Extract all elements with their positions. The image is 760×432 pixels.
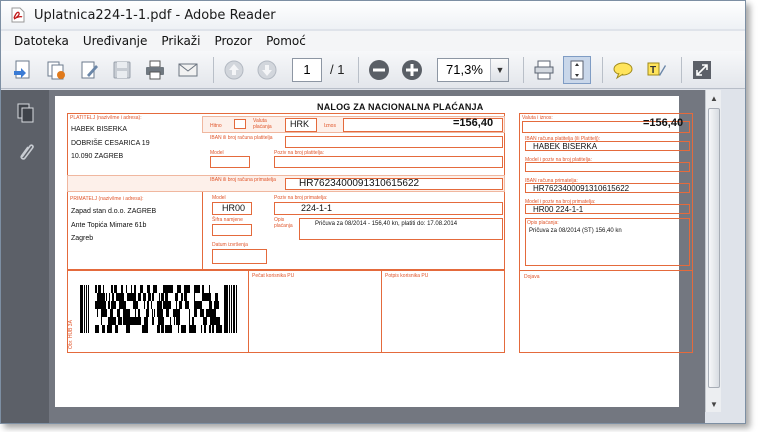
date-label: Datum izvršenja [212, 242, 248, 248]
edit-document-icon[interactable] [75, 56, 103, 84]
receipt-amount-value: =156,40 [643, 117, 684, 129]
amount-value: =156,40 [453, 117, 494, 129]
stamp-divider [248, 270, 249, 353]
urgent-checkbox[interactable] [234, 119, 246, 129]
pdf417-barcode [80, 285, 237, 333]
menu-prozor[interactable]: Prozor [207, 34, 259, 48]
payer-city: 10.090 ZAGREB [71, 153, 124, 160]
navigation-pane [1, 90, 49, 423]
create-pdf-icon[interactable] [9, 56, 37, 84]
ref-recipient-value: 224-1-1 [301, 203, 333, 213]
receipt-notes-label: Dojava [524, 274, 540, 280]
signature-label: Potpis korisnika PU [385, 273, 429, 279]
email-icon[interactable] [174, 56, 202, 84]
menu-prikazi[interactable]: Prikaži [154, 34, 207, 48]
pdf-file-icon [10, 7, 26, 23]
combine-files-icon[interactable] [42, 56, 70, 84]
menu-bar: Datoteka Uređivanje Prikaži Prozor Pomoć [1, 31, 745, 51]
menu-pomoc[interactable]: Pomoć [259, 34, 313, 48]
chevron-down-icon[interactable]: ▼ [490, 58, 509, 81]
page-total: / 1 [330, 62, 345, 77]
menu-uredivanje[interactable]: Uređivanje [76, 34, 155, 48]
payer-street: DOBRIŠE CESARICA 19 [71, 140, 150, 147]
window-title: Uplatnica224-1-1.pdf - Adobe Reader [34, 7, 276, 23]
scrollbar-thumb[interactable] [708, 108, 720, 388]
receipt-payer-value: HABEK BISERKA [533, 142, 598, 151]
model-recipient-value: HR00 [222, 203, 246, 213]
receipt-ref-payer-field [525, 162, 690, 172]
vertical-scrollbar[interactable]: ▲ ▼ [705, 90, 721, 412]
date-field[interactable] [212, 249, 267, 264]
receipt-iban-recipient-value: HR7623400091310615622 [533, 184, 630, 193]
currency-value: HRK [290, 119, 310, 129]
toolbar: 1 / 1 71,3% ▼ T [1, 51, 745, 89]
recipient-name: Zapad stan d.o.o. ZAGREB [71, 208, 157, 215]
payer-label: PLATITELJ (naziv/ime i adresa): [70, 115, 142, 121]
highlight-text-icon[interactable]: T [642, 56, 670, 84]
purpose-code-label: Šifra namjene [212, 217, 243, 223]
receipt-divider [519, 270, 693, 271]
fit-page-icon[interactable] [563, 55, 592, 84]
currency-label: Valuta plaćanja [253, 118, 272, 130]
next-page-icon[interactable] [253, 56, 281, 84]
toolbar-separator [358, 56, 360, 83]
full-screen-icon[interactable] [688, 56, 716, 84]
iban-recipient-value: HR7623400091310615622 [299, 178, 420, 189]
description-value: Pričuva za 08/2014 - 156,40 kn, platiti … [315, 221, 458, 227]
comment-icon[interactable] [609, 56, 637, 84]
receipt-description-value: Pričuva za 08/2014 (ST) 156,40 kn [529, 228, 622, 234]
page-thumbnails-icon[interactable] [11, 98, 41, 128]
scroll-up-icon[interactable]: ▲ [706, 90, 722, 106]
iban-payer-field[interactable] [285, 136, 503, 148]
toolbar-separator [681, 56, 683, 83]
receipt-description-label: Opis plaćanja: [527, 220, 559, 226]
hitno-label: Hitno [210, 123, 222, 129]
svg-text:T: T [650, 65, 656, 76]
model-payer-field[interactable] [210, 156, 250, 168]
toolbar-separator [523, 56, 525, 83]
model-recipient-label: Model [212, 195, 226, 201]
stamp-label: Pečat korisnika PU [252, 273, 295, 279]
vertical-divider [202, 192, 203, 270]
zoom-value: 71,3% [446, 62, 483, 77]
print-icon[interactable] [141, 56, 169, 84]
recipient-label: PRIMATELJ (naziv/ime i adresa): [70, 196, 144, 202]
ref-payer-field[interactable] [274, 156, 503, 168]
zoom-select[interactable]: 71,3% ▼ [437, 57, 510, 82]
zoom-out-icon[interactable] [365, 56, 393, 84]
purpose-code-field[interactable] [212, 224, 252, 236]
recipient-street: Ante Topića Mimare 61b [71, 222, 147, 229]
ref-recipient-label: Poziv na broj primatelja: [274, 195, 328, 201]
adobe-reader-window: Uplatnica224-1-1.pdf - Adobe Reader Dato… [0, 0, 746, 424]
zoom-in-icon[interactable] [398, 56, 426, 84]
scroll-down-icon[interactable]: ▼ [706, 396, 722, 412]
payer-name: HABEK BISERKA [71, 126, 128, 133]
iban-recipient-label: IBAN ili broj računa primatelja [210, 177, 276, 183]
pdf-page: NALOG ZA NACIONALNA PLAĆANJA PLATITELJ (… [55, 96, 693, 407]
document-area: NALOG ZA NACIONALNA PLAĆANJA PLATITELJ (… [49, 90, 705, 423]
title-bar: Uplatnica224-1-1.pdf - Adobe Reader [1, 1, 745, 29]
description-label: Opis plaćanja [274, 217, 293, 229]
toolbar-separator [602, 56, 604, 83]
toolbar-separator [213, 56, 214, 83]
attachments-icon[interactable] [11, 136, 41, 166]
form-heading: NALOG ZA NACIONALNA PLAĆANJA [317, 102, 484, 112]
menu-datoteka[interactable]: Datoteka [7, 34, 76, 48]
amount-label: Iznos [324, 123, 336, 129]
receipt-ref-recipient-value: HR00 224-1-1 [533, 205, 584, 214]
previous-page-icon[interactable] [220, 56, 248, 84]
signature-divider [381, 270, 382, 353]
fit-width-icon[interactable] [530, 56, 558, 84]
page-number-input[interactable]: 1 [292, 57, 322, 82]
form-code-label: Obr. HUB 3A [68, 320, 74, 349]
recipient-city: Zagreb [71, 235, 94, 242]
save-icon[interactable] [108, 56, 136, 84]
window-right-edge [721, 90, 745, 423]
iban-payer-label: IBAN ili broj računa platitelja [210, 135, 273, 141]
